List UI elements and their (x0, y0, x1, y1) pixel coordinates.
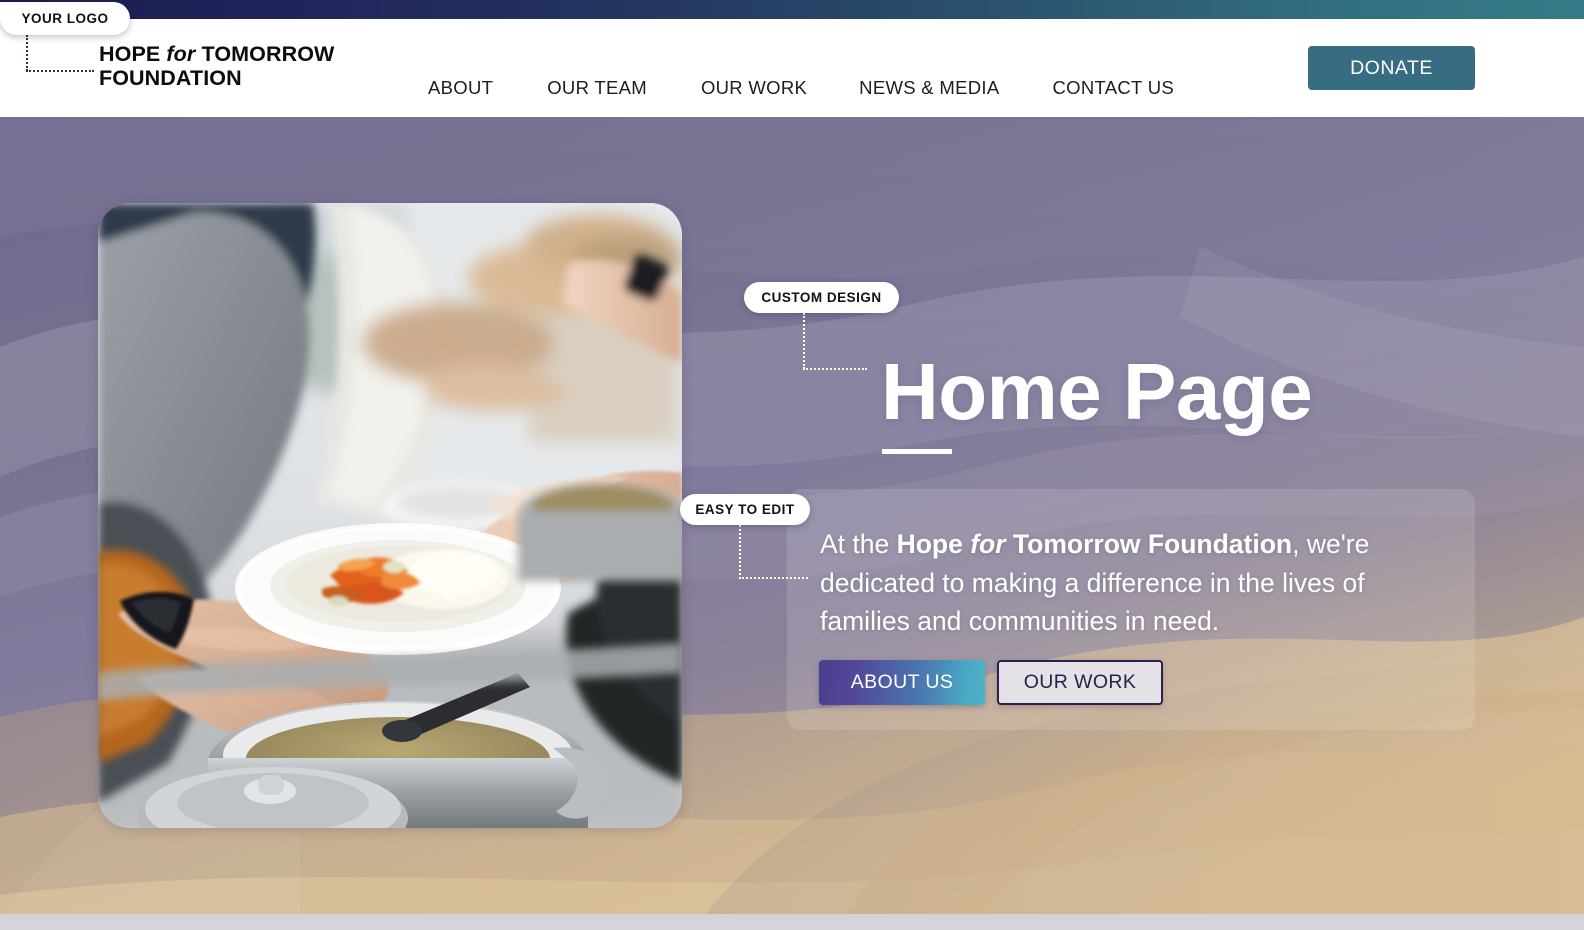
brand-for: for (166, 42, 196, 66)
hero-photo (98, 203, 682, 828)
top-gradient-bar (0, 0, 1584, 19)
hero-description: At the Hope for Tomorrow Foundation, we'… (820, 525, 1435, 641)
brand-line-1: HOPE for TOMORROW (99, 42, 335, 67)
title-underline (882, 449, 952, 454)
bottom-strip (0, 914, 1584, 922)
easy-to-edit-connector-horizontal (739, 577, 808, 579)
your-logo-badge: YOUR LOGO (0, 2, 130, 35)
our-work-button[interactable]: OUR WORK (997, 660, 1163, 705)
brand-tomorrow: TOMORROW (201, 42, 335, 66)
custom-design-connector-vertical (803, 313, 805, 369)
page-title: Home Page (881, 347, 1313, 436)
logo-connector-vertical (26, 35, 28, 71)
about-us-button[interactable]: ABOUT US (819, 660, 985, 705)
nav-item-our-work[interactable]: OUR WORK (701, 77, 807, 99)
description-part1: At the (820, 529, 897, 559)
soup-kitchen-photo (98, 203, 682, 828)
easy-to-edit-badge: EASY TO EDIT (680, 494, 810, 525)
donate-button[interactable]: DONATE (1308, 46, 1475, 90)
description-bold-foundation: Tomorrow Foundation (1012, 529, 1293, 559)
logo-connector-horizontal (26, 70, 94, 72)
brand-hope: HOPE (99, 42, 161, 66)
custom-design-badge: CUSTOM DESIGN (744, 282, 899, 313)
page-root: Home Page At the Hope for Tomorrow Found… (0, 0, 1584, 930)
easy-to-edit-connector-vertical (739, 525, 741, 579)
hero-cta-row: ABOUT US OUR WORK (819, 660, 1163, 705)
brand-line-2: FOUNDATION (99, 65, 242, 90)
main-navigation: ABOUT OUR TEAM OUR WORK NEWS & MEDIA CON… (428, 77, 1174, 99)
nav-item-news-media[interactable]: NEWS & MEDIA (859, 77, 999, 99)
nav-item-about[interactable]: ABOUT (428, 77, 493, 99)
nav-item-contact-us[interactable]: CONTACT US (1052, 77, 1174, 99)
custom-design-connector-horizontal (803, 368, 867, 370)
brand-logo[interactable]: HOPE for TOMORROW FOUNDATION (99, 42, 335, 90)
nav-item-our-team[interactable]: OUR TEAM (547, 77, 647, 99)
site-header: HOPE for TOMORROW FOUNDATION ABOUT OUR T… (0, 19, 1584, 117)
description-italic-for: for (962, 529, 1013, 559)
description-bold-hope: Hope (896, 529, 963, 559)
